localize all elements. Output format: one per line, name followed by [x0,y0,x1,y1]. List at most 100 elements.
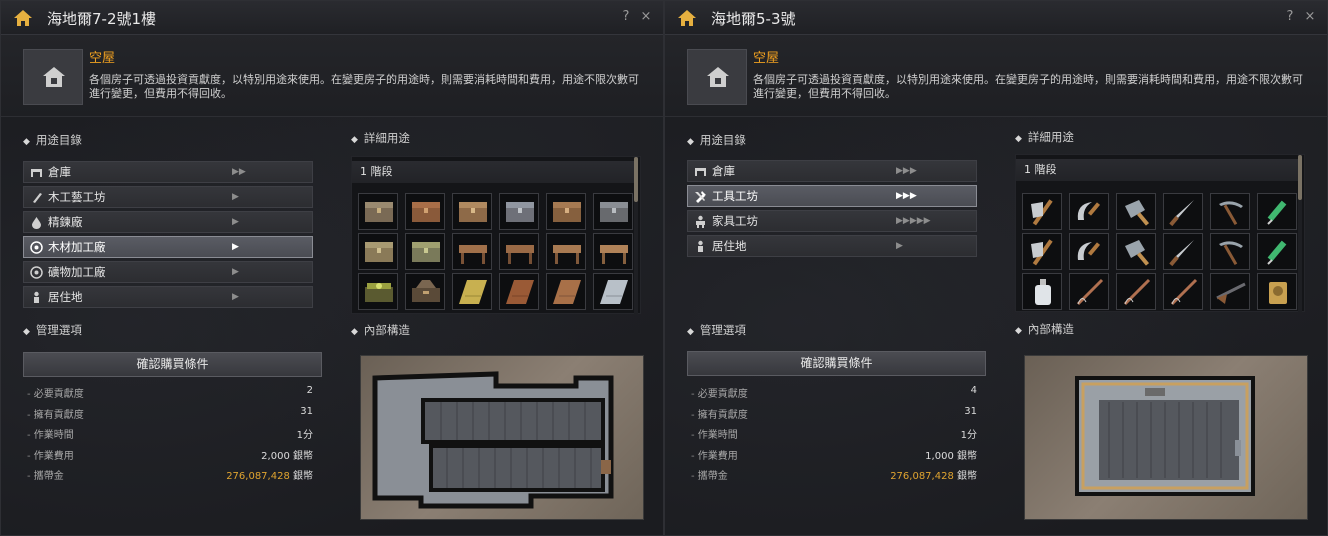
item-slot[interactable] [1022,273,1062,310]
detail-section-label: ◆ 詳細用途 [1015,130,1074,144]
status-icon-frame [23,49,83,105]
confirm-purchase-button[interactable]: 確認購買條件 [23,352,322,377]
help-button[interactable]: ? [1283,10,1297,24]
purpose-item-woodcraft[interactable]: 木工藝工坊 ▶ [23,186,313,208]
tier-arrows: ▶▶ [232,167,246,177]
item-slot[interactable] [1022,233,1062,270]
purpose-item-residence[interactable]: 居住地 ▶ [687,235,977,257]
house-panel-right: 海地爾5-3號 ? × 空屋 各個房子可透過投資貢獻度，以特別用途來使用。在變更… [664,0,1328,536]
item-slot[interactable] [1116,233,1156,270]
chest-icon [365,242,393,262]
item-slot[interactable] [1163,273,1203,310]
warehouse-icon [695,168,706,176]
stat-carried-money: 攜帶金 276,087,428 銀幣 [691,467,977,488]
item-slot[interactable] [1069,193,1109,230]
home-icon [678,10,696,26]
item-slot[interactable] [1069,273,1109,310]
item-slot[interactable] [358,273,398,310]
item-slot[interactable] [1257,233,1297,270]
chest-icon [365,202,393,222]
pickaxe-icon [1219,241,1243,266]
item-slot[interactable] [1163,193,1203,230]
cleaver-icon [1125,200,1150,226]
status-description: 各個房子可透過投資貢獻度，以特別用途來使用。在變更房子的用途時，則需要消耗時間和… [753,73,1303,100]
workbench-icon [553,245,581,264]
stats-list: 必要貢獻度 4 擁有貢獻度 31 作業時間 1分 作業費用 1,000 銀幣 攜… [691,385,977,488]
tier-arrows: ▶▶▶▶▶ [896,216,931,226]
syringe-icon [1267,200,1287,225]
close-button[interactable]: × [1303,10,1317,24]
purpose-item-furniture[interactable]: 家具工坊 ▶▶▶▶▶ [687,210,977,232]
item-slot[interactable] [499,233,539,270]
item-slot[interactable] [452,233,492,270]
axe-icon [1031,199,1053,226]
purpose-item-refinery[interactable]: 精鍊廠 ▶ [23,211,313,233]
scrollbar-thumb[interactable] [1298,155,1302,200]
item-slot[interactable] [1022,193,1062,230]
item-slot[interactable] [1210,233,1250,270]
item-slot[interactable] [405,233,445,270]
item-slot[interactable] [1210,273,1250,310]
item-slot[interactable] [1163,233,1203,270]
purpose-item-warehouse[interactable]: 倉庫 ▶▶ [23,161,313,183]
item-slot[interactable] [546,273,586,310]
tier-arrows: ▶ [232,242,239,252]
tools-icon [695,191,706,203]
cleaver-icon [1125,240,1150,266]
item-slot[interactable] [546,233,586,270]
item-slot[interactable] [1116,193,1156,230]
item-slot[interactable] [593,193,633,230]
titlebar[interactable]: 海地爾5-3號 ? × [665,1,1327,35]
interior-section-label: ◆ 內部構造 [351,323,410,337]
stat-work-cost: 作業費用 2,000 銀幣 [27,447,313,468]
item-slot[interactable] [499,193,539,230]
tool-chest-icon [412,280,440,302]
chest-icon [412,202,440,222]
close-button[interactable]: × [639,10,653,24]
item-slot[interactable] [499,273,539,310]
tier-arrows: ▶ [232,292,239,302]
chest-icon [412,242,440,262]
titlebar[interactable]: 海地爾7-2號1樓 ? × [1,1,663,35]
item-slot[interactable] [593,233,633,270]
workbench-icon [506,245,534,264]
item-slot[interactable] [1069,233,1109,270]
axe-icon [1031,239,1053,266]
chest-icon [459,202,487,222]
item-slot[interactable] [1210,193,1250,230]
status-icon-frame [687,49,747,105]
item-slot[interactable] [358,193,398,230]
residence-icon [698,240,703,252]
stat-work-time: 作業時間 1分 [27,426,313,447]
interior-section-label: ◆ 內部構造 [1015,322,1074,336]
item-slot[interactable] [546,193,586,230]
detail-usage-box: 1 階段 [1015,154,1305,313]
purpose-item-tools[interactable]: 工具工坊 ▶▶▶ [687,185,977,207]
item-slot[interactable] [405,273,445,310]
chest-icon [600,202,628,222]
purpose-item-residence[interactable]: 居住地 ▶ [23,286,313,308]
stat-required-contribution: 必要貢獻度 2 [27,385,313,406]
purpose-item-mineral[interactable]: 礦物加工廠 ▶ [23,261,313,283]
purpose-item-lumber[interactable]: 木材加工廠 ▶ [23,236,313,258]
item-slot[interactable] [1116,273,1156,310]
item-slot[interactable] [1257,193,1297,230]
item-slot[interactable] [1257,273,1297,310]
item-slot[interactable] [452,193,492,230]
item-slot[interactable] [358,233,398,270]
knife-icon [1169,240,1194,267]
item-slot[interactable] [593,273,633,310]
status-title: 空屋 [89,51,116,66]
purpose-item-warehouse[interactable]: 倉庫 ▶▶▶ [687,160,977,182]
confirm-purchase-button[interactable]: 確認購買條件 [687,351,986,376]
gold-trinket-icon [1269,282,1287,304]
item-slot[interactable] [452,273,492,310]
item-slot[interactable] [405,193,445,230]
help-button[interactable]: ? [619,10,633,24]
scrollbar-thumb[interactable] [634,157,638,202]
diamond-bullet-icon: ◆ [351,327,358,337]
tier-arrows: ▶ [232,192,239,202]
status-title: 空屋 [753,51,780,66]
warehouse-icon [31,169,42,177]
chest-icon [553,202,581,222]
